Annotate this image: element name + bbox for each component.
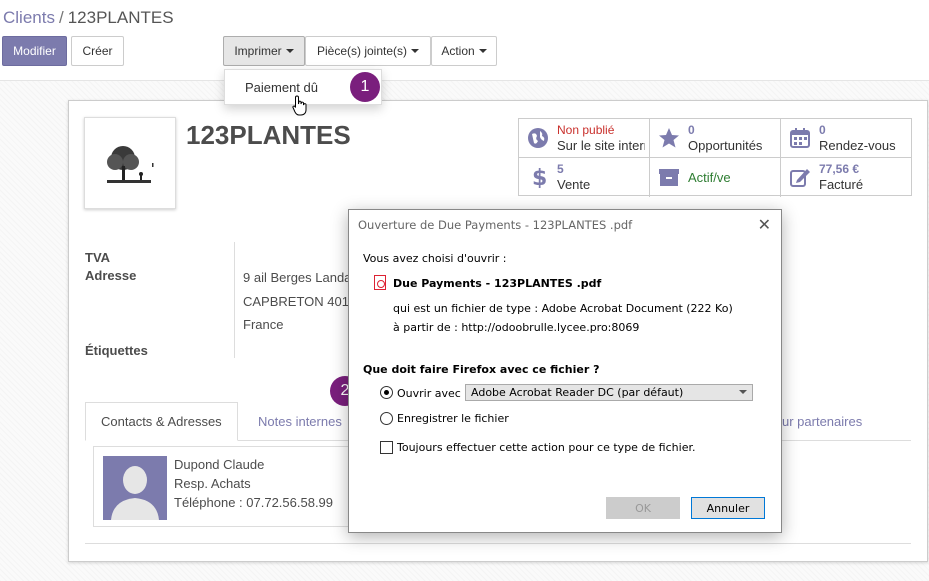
dialog-question: Que doit faire Firefox avec ce fichier ? — [363, 363, 600, 376]
dialog-source: à partir de : http://odoobrulle.lycee.pr… — [393, 321, 640, 334]
stat-label: Actif/ve — [688, 170, 731, 185]
svg-text:$: $ — [532, 166, 547, 188]
address-country: France — [243, 317, 284, 332]
open-file-dialog: Ouverture de Due Payments - 123PLANTES .… — [348, 209, 782, 533]
address-label: Adresse — [85, 268, 137, 283]
always-do-checkbox[interactable] — [380, 441, 393, 454]
action-dropdown-button[interactable]: Action — [431, 36, 497, 66]
dialog-filename: Due Payments - 123PLANTES .pdf — [393, 277, 602, 290]
stat-value: 5 — [557, 162, 564, 176]
save-file-label: Enregistrer le fichier — [397, 412, 509, 425]
stat-label: Opportunités — [688, 138, 763, 153]
edit-button-label: Modifier — [13, 44, 56, 58]
tva-label: TVA — [85, 250, 111, 265]
field-divider — [234, 242, 235, 358]
chevron-down-icon — [478, 49, 487, 53]
print-dropdown-button[interactable]: Imprimer — [223, 36, 305, 66]
tab-label: ur partenaires — [782, 414, 863, 429]
archive-icon — [659, 169, 679, 186]
stat-value: 77,56 € — [819, 162, 860, 176]
dialog-filetype: qui est un fichier de type : Adobe Acrob… — [393, 302, 733, 315]
breadcrumb-clients-link[interactable]: Clients — [3, 8, 55, 27]
contact-phone: Téléphone : 07.72.56.58.99 — [174, 495, 334, 510]
always-do-label: Toujours effectuer cette action pour ce … — [397, 441, 696, 454]
address-city: CAPBRETON 401 — [243, 294, 349, 309]
breadcrumb-separator: / — [58, 8, 64, 27]
stat-label: Rendez-vous — [819, 138, 896, 153]
attachments-dropdown-button[interactable]: Pièce(s) jointe(s) — [305, 36, 431, 66]
tab-contacts-addresses[interactable]: Contacts & Adresses — [85, 402, 238, 441]
tab-internal-notes[interactable]: Notes internes — [243, 402, 357, 441]
stat-meetings[interactable]: 0 Rendez-vous — [781, 119, 912, 158]
ok-button-label: OK — [635, 501, 651, 515]
tree-logo-icon — [107, 146, 154, 183]
open-with-app-value: Adobe Acrobat Reader DC (par défaut) — [471, 386, 684, 399]
globe-icon — [528, 128, 548, 148]
contact-card[interactable]: Dupond Claude Resp. Achats Téléphone : 0… — [93, 446, 353, 527]
create-button[interactable]: Créer — [71, 36, 124, 66]
cancel-button[interactable]: Annuler — [691, 497, 765, 519]
ok-button[interactable]: OK — [606, 497, 680, 519]
invoice-edit-icon — [790, 169, 810, 187]
pdf-file-icon — [374, 275, 386, 290]
tags-label: Étiquettes — [85, 343, 148, 358]
menu-item-due-payment[interactable]: Paiement dû — [245, 80, 318, 95]
close-icon[interactable]: ✕ — [758, 215, 771, 234]
address-street: 9 ail Berges Landa — [243, 270, 352, 285]
action-button-label: Action — [441, 44, 475, 58]
partner-name: 123PLANTES — [186, 120, 351, 150]
breadcrumb-current: 123PLANTES — [67, 8, 174, 27]
stat-value: 0 — [819, 123, 826, 137]
stat-website-published[interactable]: Non publié Sur le site internet — [519, 119, 650, 158]
dollar-icon: $ — [532, 166, 547, 188]
open-with-label: Ouvrir avec — [397, 387, 461, 400]
stat-value: Non publié — [557, 123, 615, 137]
cancel-button-label: Annuler — [706, 501, 750, 515]
step-1-badge: 1 — [350, 72, 380, 102]
smart-buttons: Non publié Sur le site internet 0 Opport… — [518, 118, 912, 197]
star-icon — [659, 128, 679, 148]
save-file-radio[interactable] — [380, 412, 393, 425]
tab-label: Contacts & Adresses — [101, 414, 222, 429]
chevron-down-icon — [285, 49, 294, 53]
chevron-down-icon — [411, 49, 420, 53]
attachments-button-label: Pièce(s) jointe(s) — [316, 44, 408, 58]
stat-sales[interactable]: $ 5 Vente — [519, 158, 650, 197]
contact-avatar — [103, 456, 167, 520]
stat-invoiced[interactable]: 77,56 € Facturé — [781, 158, 912, 197]
dialog-intro: Vous avez choisi d'ouvrir : — [363, 252, 507, 265]
contact-role: Resp. Achats — [174, 476, 251, 491]
stat-active-toggle[interactable]: Actif/ve — [650, 158, 781, 197]
tab-partner-assignment[interactable]: ur partenaires — [767, 402, 877, 441]
create-button-label: Créer — [82, 44, 113, 58]
contact-name: Dupond Claude — [174, 457, 265, 472]
open-with-app-select[interactable]: Adobe Acrobat Reader DC (par défaut) — [465, 384, 753, 401]
breadcrumb: Clients/123PLANTES — [3, 8, 174, 28]
edit-button[interactable]: Modifier — [2, 36, 67, 66]
stat-value: 0 — [688, 123, 695, 137]
print-button-label: Imprimer — [234, 44, 282, 58]
stat-opportunities[interactable]: 0 Opportunités — [650, 119, 781, 158]
stat-label: Vente — [557, 177, 591, 192]
partner-logo[interactable] — [84, 117, 176, 209]
dialog-title: Ouverture de Due Payments - 123PLANTES .… — [358, 218, 633, 232]
hand-cursor-icon — [292, 95, 307, 116]
stat-label: Sur le site internet — [557, 138, 645, 153]
calendar-icon — [790, 128, 810, 148]
tab-label: Notes internes — [258, 414, 342, 429]
chevron-down-icon — [739, 390, 747, 394]
open-with-radio[interactable] — [380, 386, 393, 399]
sheet-bottom-divider — [85, 543, 911, 544]
stat-label: Facturé — [819, 177, 864, 192]
person-silhouette-icon — [111, 466, 159, 520]
